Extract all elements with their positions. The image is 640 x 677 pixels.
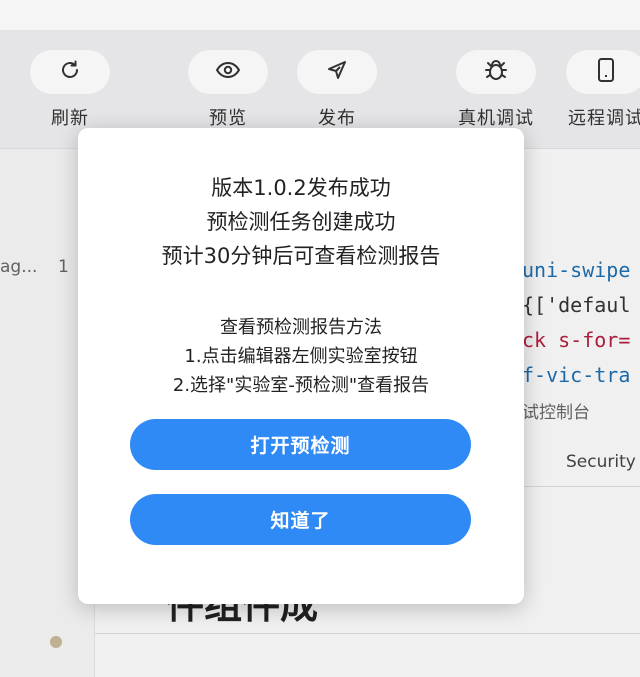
hint-step: 1.点击编辑器左侧实验室按钮 [184,346,418,367]
got-it-button[interactable]: 知道了 [130,494,471,545]
dialog-message-line: 预计30分钟后可查看检测报告 [161,244,441,268]
hint-title: 查看预检测报告方法 [220,317,382,338]
dialog-message-line: 版本1.0.2发布成功 [211,176,391,200]
open-precheck-button[interactable]: 打开预检测 [130,419,471,470]
publish-success-dialog: 版本1.0.2发布成功 预检测任务创建成功 预计30分钟后可查看检测报告 查看预… [78,128,524,604]
dialog-message-line: 预检测任务创建成功 [206,210,396,234]
hint-step: 2.选择"实验室-预检测"查看报告 [172,375,430,396]
